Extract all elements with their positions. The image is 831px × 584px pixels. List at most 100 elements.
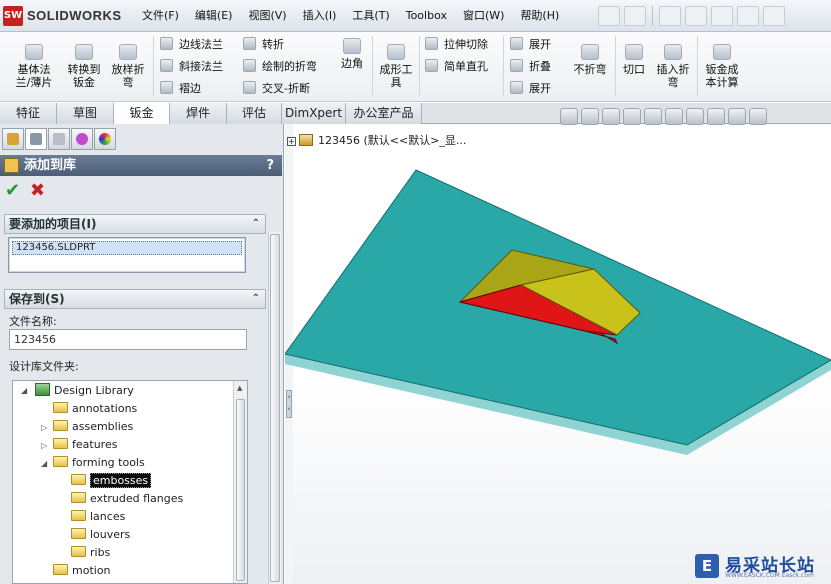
- scroll-up-arrow-icon[interactable]: ▲: [237, 384, 242, 392]
- edge-flange-icon: [160, 37, 173, 50]
- tab-evaluate[interactable]: 评估: [227, 103, 282, 124]
- menu-window[interactable]: 窗口(W): [455, 8, 512, 26]
- tab-dimxpert[interactable]: DimXpert: [282, 103, 346, 124]
- tree-folder-motion[interactable]: motion: [53, 562, 111, 580]
- feature-manager-tab[interactable]: [2, 128, 24, 150]
- collapse-arrow-icon[interactable]: ◢: [21, 386, 27, 395]
- lofted-bend-icon: [119, 44, 137, 60]
- corners-button[interactable]: 边角: [334, 38, 370, 70]
- cancel-button[interactable]: ✖: [30, 182, 45, 200]
- ok-button[interactable]: ✔: [5, 182, 20, 200]
- tree-folder-lances[interactable]: lances: [71, 508, 125, 526]
- fold-button[interactable]: 折叠: [510, 59, 551, 74]
- select-icon[interactable]: [737, 6, 759, 26]
- tree-folder-louvers[interactable]: louvers: [71, 526, 130, 544]
- panel-scroll-thumb[interactable]: [270, 234, 280, 582]
- add-to-library-icon: [4, 158, 19, 173]
- menu-file[interactable]: 文件(F): [134, 8, 187, 26]
- miter-flange-button[interactable]: 斜接法兰: [160, 59, 223, 74]
- items-to-add-list[interactable]: 123456.SLDPRT: [8, 237, 246, 273]
- tree-scroll-thumb[interactable]: [236, 399, 245, 581]
- hem-button[interactable]: 褶边: [160, 81, 201, 96]
- simple-hole-button[interactable]: 简单直孔: [425, 59, 488, 74]
- help-button[interactable]: ?: [266, 155, 274, 176]
- edit-appearance-icon[interactable]: [707, 108, 725, 125]
- view-orientation-icon[interactable]: [644, 108, 662, 125]
- lofted-bend-button[interactable]: 放样折 弯: [106, 44, 150, 89]
- display-style-icon[interactable]: [665, 108, 683, 125]
- expand-arrow-icon[interactable]: ▷: [41, 441, 47, 450]
- menu-insert[interactable]: 插入(I): [295, 8, 345, 26]
- cross-break-button[interactable]: 交叉-折断: [243, 81, 310, 96]
- dimxpert-manager-tab[interactable]: [71, 128, 93, 150]
- forming-tool-button[interactable]: 成形工 具: [374, 44, 418, 89]
- tab-office-products[interactable]: 办公室产品: [346, 103, 422, 124]
- 3d-model-view[interactable]: [285, 124, 831, 584]
- tree-folder-annotations[interactable]: annotations: [53, 400, 137, 418]
- no-bends-button[interactable]: 不折弯: [568, 44, 612, 76]
- sheet-metal-cost-button[interactable]: 钣金成 本计算: [700, 44, 744, 89]
- save-icon[interactable]: [659, 6, 681, 26]
- undo-icon[interactable]: [711, 6, 733, 26]
- logo-text: SOLIDWORKS: [27, 8, 122, 23]
- new-document-icon[interactable]: [598, 6, 620, 26]
- flatten-button[interactable]: 展开: [510, 81, 551, 96]
- tree-folder-ribs[interactable]: ribs: [71, 544, 110, 562]
- zoom-to-area-icon[interactable]: [581, 108, 599, 125]
- property-manager-tab[interactable]: [25, 128, 47, 150]
- jog-button[interactable]: 转折: [243, 37, 284, 52]
- print-icon[interactable]: [685, 6, 707, 26]
- hem-label: 褶边: [179, 82, 201, 95]
- menu-tools[interactable]: 工具(T): [344, 8, 397, 26]
- configuration-manager-tab[interactable]: [48, 128, 70, 150]
- tree-folder-features[interactable]: features: [53, 436, 117, 454]
- edge-flange-button[interactable]: 边线法兰: [160, 37, 223, 52]
- tree-folder-forming-tools[interactable]: forming tools: [53, 454, 145, 472]
- rebuild-icon[interactable]: [763, 6, 785, 26]
- folder-icon: [71, 546, 86, 557]
- display-manager-tab[interactable]: [94, 128, 116, 150]
- menu-view[interactable]: 视图(V): [240, 8, 294, 26]
- tree-folder-embosses[interactable]: embosses: [71, 472, 152, 490]
- panel-scrollbar[interactable]: [268, 232, 281, 584]
- unfold-button[interactable]: 展开: [510, 37, 551, 52]
- apply-scene-icon[interactable]: [728, 108, 746, 125]
- list-item[interactable]: 123456.SLDPRT: [12, 241, 242, 255]
- tree-root-design-library[interactable]: Design Library: [35, 382, 134, 400]
- previous-view-icon[interactable]: [602, 108, 620, 125]
- tab-sketch[interactable]: 草图: [57, 103, 114, 124]
- solidworks-logo[interactable]: SW SOLIDWORKS: [3, 6, 125, 26]
- tab-weldments[interactable]: 焊件: [170, 103, 227, 124]
- hide-show-items-icon[interactable]: [686, 108, 704, 125]
- menu-edit[interactable]: 编辑(E): [187, 8, 241, 26]
- expand-arrow-icon[interactable]: ▷: [41, 423, 47, 432]
- view-settings-icon[interactable]: [749, 108, 767, 125]
- rip-button[interactable]: 切口: [617, 44, 651, 76]
- file-name-input[interactable]: 123456: [9, 329, 247, 350]
- save-to-group-header[interactable]: 保存到(S) ⌃: [4, 289, 266, 309]
- items-to-add-group-header[interactable]: 要添加的项目(I) ⌃: [4, 214, 266, 234]
- sketched-bend-button[interactable]: 绘制的折弯: [243, 59, 317, 74]
- collapse-chevron-icon[interactable]: ⌃: [252, 290, 260, 308]
- base-flange-button[interactable]: 基体法 兰/薄片: [10, 44, 58, 89]
- tree-folder-assemblies[interactable]: assemblies: [53, 418, 133, 436]
- tab-sheet-metal[interactable]: 钣金: [114, 103, 170, 125]
- pin-icon[interactable]: [578, 6, 594, 26]
- base-flange-label: 基体法 兰/薄片: [15, 63, 53, 89]
- convert-to-sheet-metal-button[interactable]: 转换到 钣金: [60, 44, 108, 89]
- collapse-arrow-icon[interactable]: ◢: [41, 459, 47, 468]
- menu-help[interactable]: 帮助(H): [512, 8, 567, 26]
- design-library-tree[interactable]: ◢ Design Library annotations ▷ assemblie…: [12, 380, 248, 584]
- tab-features[interactable]: 特征: [0, 103, 57, 124]
- menu-toolbox[interactable]: Toolbox: [398, 8, 455, 26]
- folder-label: lances: [90, 510, 126, 523]
- tree-folder-extruded-flanges[interactable]: extruded flanges: [71, 490, 183, 508]
- tree-scrollbar[interactable]: ▲: [233, 381, 247, 583]
- zoom-to-fit-icon[interactable]: [560, 108, 578, 125]
- section-view-icon[interactable]: [623, 108, 641, 125]
- extruded-cut-button[interactable]: 拉伸切除: [425, 37, 488, 52]
- open-icon[interactable]: [624, 6, 646, 26]
- save-to-label: 保存到(S): [9, 292, 65, 306]
- insert-bends-button[interactable]: 插入折 弯: [651, 44, 695, 89]
- collapse-chevron-icon[interactable]: ⌃: [252, 215, 260, 233]
